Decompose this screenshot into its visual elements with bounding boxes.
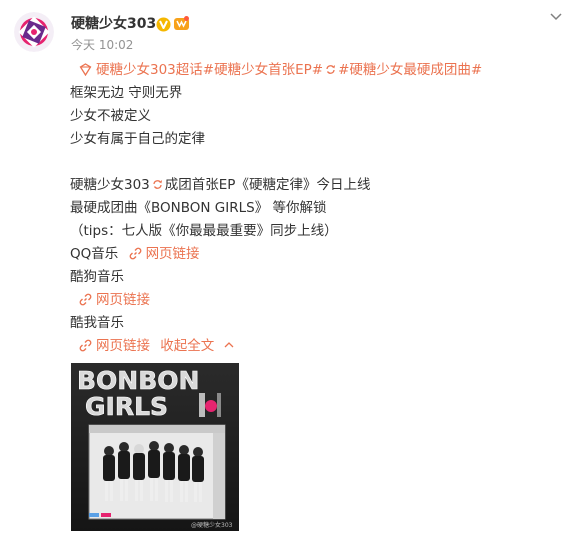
text-line: （tips：七人版《你最最最重要》同步上线） xyxy=(70,223,338,239)
loop-icon xyxy=(153,180,162,189)
verified-icon xyxy=(156,17,171,32)
more-icon[interactable] xyxy=(549,12,563,22)
weibo-post: 硬糖少女303 今天 10:02 硬糖少女303超话#硬糖少女首张EP# #硬糖… xyxy=(0,0,573,534)
text-segment: 成团首张EP《硬糖定律》今日上线 xyxy=(164,177,371,193)
avatar[interactable] xyxy=(14,12,54,52)
text-segment: 硬糖少女303 xyxy=(70,177,150,193)
topic-line: 硬糖少女303超话#硬糖少女首张EP# #硬糖少女最硬成团曲# xyxy=(70,59,550,82)
cover-title-1: BONBON xyxy=(77,366,199,395)
post-text: 硬糖少女303超话#硬糖少女首张EP# #硬糖少女最硬成团曲# 框架无边 守则无… xyxy=(70,59,550,358)
web-link-label[interactable]: 网页链接 xyxy=(96,338,150,354)
text-line: 网页链接 收起全文 xyxy=(70,335,550,358)
web-link-kuwo[interactable]: 网页链接 xyxy=(79,338,154,354)
web-link-qq[interactable]: 网页链接 xyxy=(129,246,200,262)
cover-title-2: GIRLS xyxy=(85,392,168,421)
text-line: 酷我音乐 xyxy=(70,315,124,331)
post-image[interactable]: BONBON GIRLS @硬糖少女303 xyxy=(71,363,239,531)
chevron-up-icon xyxy=(224,342,234,348)
avatar-logo xyxy=(14,12,54,52)
web-link-label[interactable]: 网页链接 xyxy=(96,292,150,308)
link-icon xyxy=(79,339,92,352)
collapse-label[interactable]: 收起全文 xyxy=(160,338,214,354)
image-watermark: @硬糖少女303 xyxy=(191,521,233,529)
web-link-label[interactable]: 网页链接 xyxy=(146,246,200,262)
qq-music-label: QQ音乐 xyxy=(70,246,119,262)
text-line: 酷狗音乐 xyxy=(70,269,124,285)
hashtag-link[interactable]: #硬糖少女最硬成团曲# xyxy=(338,62,482,78)
text-line: 硬糖少女303 成团首张EP《硬糖定律》今日上线 xyxy=(70,174,550,197)
web-link-kugou[interactable]: 网页链接 xyxy=(79,292,150,308)
supertopic-link[interactable]: 硬糖少女303超话#硬糖少女首张EP# xyxy=(96,62,323,78)
text-line: QQ音乐 网页链接 xyxy=(70,243,550,266)
text-line: 网页链接 xyxy=(70,289,550,312)
author-name[interactable]: 硬糖少女303 xyxy=(71,16,156,33)
text-line: 少女有属于自己的定律 xyxy=(70,131,205,147)
vip-icon[interactable] xyxy=(173,15,190,32)
link-icon xyxy=(129,247,141,260)
text-line: 最硬成团曲《BONBON GIRLS》 等你解锁 xyxy=(70,200,327,216)
collapse-button[interactable]: 收起全文 xyxy=(160,338,234,354)
loop-icon xyxy=(326,65,336,74)
post-time[interactable]: 今天 10:02 xyxy=(71,38,133,52)
text-line: 少女不被定义 xyxy=(70,108,151,124)
album-cover: BONBON GIRLS @硬糖少女303 xyxy=(71,363,239,531)
text-line: 框架无边 守则无界 xyxy=(70,85,183,101)
supertopic-icon xyxy=(79,63,92,76)
link-icon xyxy=(79,293,92,306)
